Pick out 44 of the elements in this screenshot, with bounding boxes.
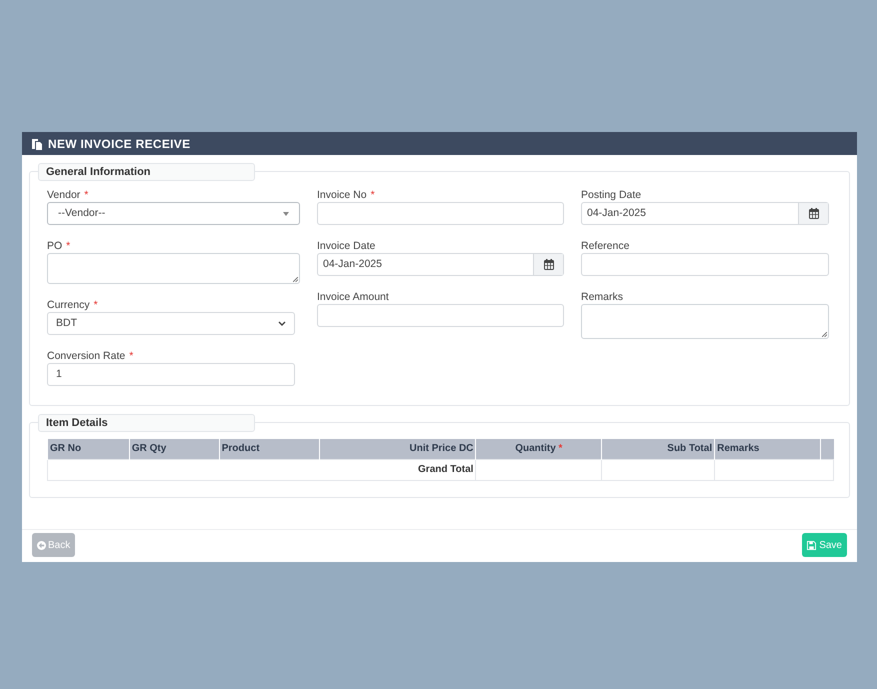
field-label: Invoice Date <box>317 240 376 253</box>
column-header: Unit Price DC <box>319 439 476 459</box>
field-label: Currency <box>47 299 90 312</box>
field-label: Invoice Amount <box>317 291 389 304</box>
field-label: PO <box>47 240 62 253</box>
currency-dropdown[interactable]: BDT <box>47 312 295 335</box>
required-mark: * <box>94 299 98 312</box>
resize-grip-icon <box>822 332 827 337</box>
input-field[interactable] <box>317 202 564 225</box>
field-label: Conversion Rate <box>47 350 126 363</box>
input-field[interactable] <box>317 304 564 327</box>
column-header: GR No <box>48 439 130 459</box>
vendor-select[interactable]: --Vendor-- <box>47 202 300 225</box>
calendar-icon <box>808 208 818 219</box>
field-label: Reference <box>581 240 630 253</box>
required-mark: * <box>84 189 88 202</box>
required-mark: * <box>66 240 70 253</box>
column-header: Product <box>219 439 320 459</box>
caret-icon <box>283 212 289 216</box>
column-header: GR Qty <box>129 439 220 459</box>
back-arrow-icon <box>37 540 46 550</box>
column-header: Quantity * <box>476 439 602 459</box>
date-field[interactable]: 04-Jan-2025 <box>581 202 829 225</box>
input-field[interactable] <box>581 253 829 276</box>
field-label: Remarks <box>581 291 624 304</box>
text-area[interactable] <box>47 253 300 284</box>
field-label: Posting Date <box>581 189 642 202</box>
resize-grip-icon <box>293 277 298 282</box>
column-header: Sub Total <box>602 439 715 459</box>
chevron-icon <box>278 321 286 326</box>
column-header: Remarks <box>714 439 820 459</box>
section-legend: General Information <box>38 163 255 181</box>
field-label: Vendor <box>47 189 80 202</box>
required-mark: * <box>129 350 134 363</box>
text-area[interactable] <box>581 304 829 339</box>
required-mark: * <box>370 189 375 202</box>
section-legend: Item Details <box>38 414 255 432</box>
date-field[interactable]: 04-Jan-2025 <box>317 253 564 276</box>
grand-total-label: Grand Total <box>48 459 476 480</box>
field-label: Invoice No <box>317 189 367 202</box>
input-field[interactable]: 1 <box>47 363 295 386</box>
copy-icon <box>31 138 43 150</box>
panel-title: NEW INVOICE RECEIVE <box>48 136 190 152</box>
calendar-icon <box>544 259 554 270</box>
